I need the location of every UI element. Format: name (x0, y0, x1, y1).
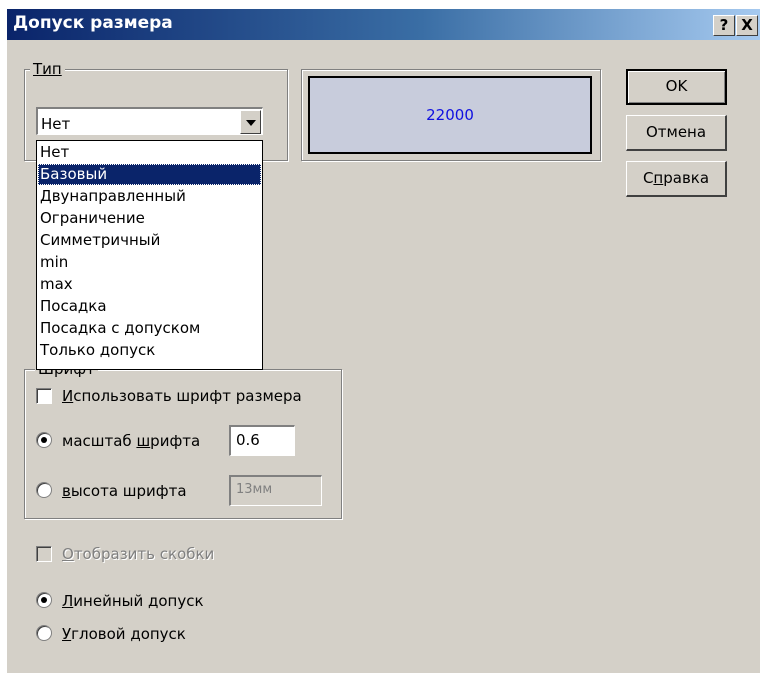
font-scale-radio[interactable] (36, 432, 52, 448)
linear-tolerance-radio[interactable] (36, 592, 52, 608)
dropdown-option-basic[interactable]: Базовый (38, 164, 261, 185)
preview-value: 22000 (426, 106, 474, 124)
dropdown-option-fit-with-tolerance[interactable]: Посадка с допуском (38, 318, 261, 339)
help-button[interactable]: Справка (626, 161, 727, 197)
dropdown-option-bidirectional[interactable]: Двунаправленный (38, 186, 261, 207)
ok-button[interactable]: OK (626, 69, 727, 105)
dropdown-option-symmetric[interactable]: Симметричный (38, 230, 261, 251)
type-group-label: Тип (30, 60, 65, 78)
dropdown-option-max[interactable]: max (38, 274, 261, 295)
dialog-title: Допуск размера (13, 13, 173, 33)
help-question-button[interactable]: ? (713, 15, 735, 36)
type-dropdown-list[interactable]: Нет Базовый Двунаправленный Ограничение … (36, 140, 263, 370)
linear-tolerance-label[interactable]: Линейный допуск (62, 591, 204, 611)
angular-tolerance-label[interactable]: Угловой допуск (62, 624, 186, 644)
cancel-button[interactable]: Отмена (626, 115, 727, 151)
tolerance-dialog: Допуск размера ? X Тип Нет 22000 OK Отме… (6, 8, 760, 673)
dropdown-option-none[interactable]: Нет (38, 142, 261, 163)
font-height-label[interactable]: высота шрифта (62, 481, 187, 501)
preview-panel: 22000 (301, 69, 601, 161)
dropdown-option-limit[interactable]: Ограничение (38, 208, 261, 229)
dropdown-option-min[interactable]: min (38, 252, 261, 273)
title-bar[interactable]: Допуск размера ? X (7, 9, 760, 40)
use-dimension-font-label[interactable]: Использовать шрифт размера (62, 386, 302, 406)
chevron-down-icon[interactable] (240, 110, 261, 134)
font-scale-input[interactable]: 0.6 (229, 425, 295, 456)
angular-tolerance-radio[interactable] (36, 625, 52, 641)
font-height-radio[interactable] (36, 482, 52, 498)
dropdown-option-tolerance-only[interactable]: Только допуск (38, 340, 261, 361)
show-brackets-label[interactable]: Отобразить скобки (62, 544, 214, 564)
type-combobox[interactable]: Нет (36, 107, 263, 135)
type-combo-value: Нет (41, 115, 71, 133)
use-dimension-font-checkbox[interactable] (36, 388, 52, 404)
font-scale-label[interactable]: масштаб шрифта (62, 431, 200, 451)
show-brackets-checkbox[interactable] (36, 546, 52, 562)
preview-box: 22000 (308, 76, 592, 154)
close-button[interactable]: X (736, 15, 758, 36)
dropdown-option-fit[interactable]: Посадка (38, 296, 261, 317)
font-height-input[interactable]: 13мм (229, 475, 322, 506)
